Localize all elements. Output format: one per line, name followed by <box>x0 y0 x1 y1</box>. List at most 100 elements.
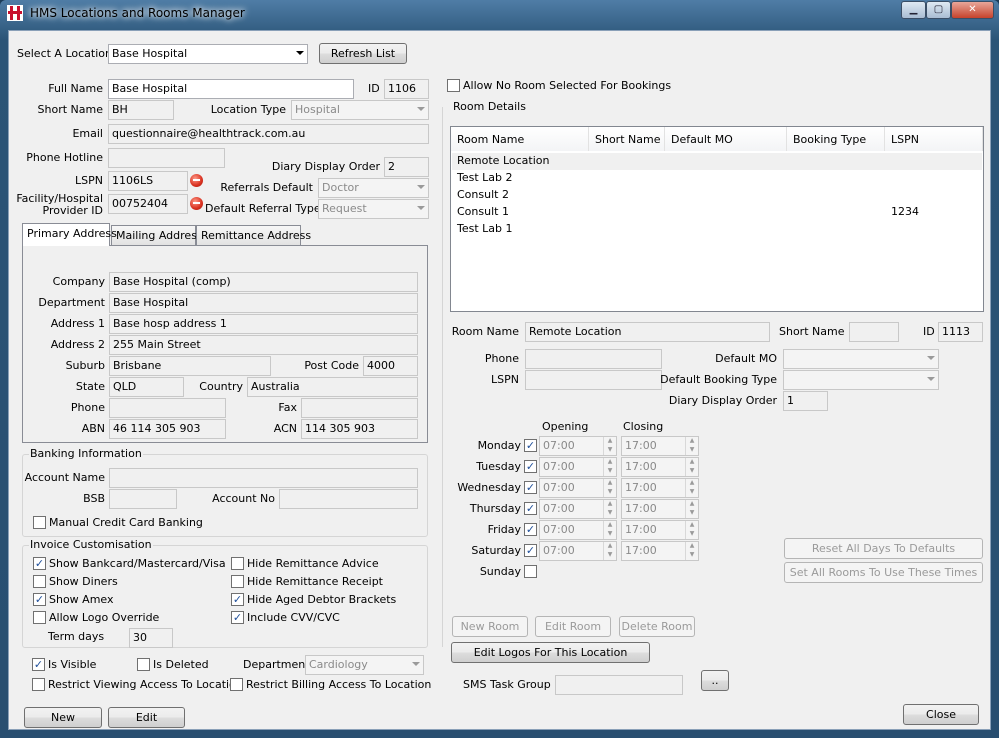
spin-down-icon[interactable]: ▼ <box>685 488 698 497</box>
spin-up-icon[interactable]: ▲ <box>603 458 616 467</box>
new-button[interactable]: New <box>24 707 102 728</box>
edit-button[interactable]: Edit <box>108 707 185 728</box>
closing-time-wednesday[interactable]: 17:00 ▲ ▼ <box>621 478 699 498</box>
column-header-booking-type[interactable]: Booking Type <box>787 127 885 151</box>
closing-time-tuesday[interactable]: 17:00 ▲ ▼ <box>621 457 699 477</box>
phone-field[interactable] <box>109 398 226 418</box>
postcode-field[interactable]: 4000 <box>363 356 418 376</box>
country-field[interactable]: Australia <box>247 377 418 397</box>
allow-logo-override-checkbox[interactable] <box>33 611 46 624</box>
room-short-name-field[interactable] <box>849 322 899 342</box>
remove-provider-id-icon[interactable] <box>190 197 203 210</box>
phone-hotline-field[interactable] <box>108 148 225 168</box>
set-all-rooms-button[interactable]: Set All Rooms To Use These Times <box>784 562 983 583</box>
tab-primary-address[interactable]: Primary Address <box>22 223 117 246</box>
reset-days-button[interactable]: Reset All Days To Defaults <box>784 538 983 559</box>
close-button[interactable]: Close <box>903 704 979 725</box>
suburb-field[interactable]: Brisbane <box>109 356 271 376</box>
location-type-dropdown[interactable]: Hospital <box>291 100 429 120</box>
spin-down-icon[interactable]: ▼ <box>603 509 616 518</box>
spin-down-icon[interactable]: ▼ <box>603 446 616 455</box>
lspn-field[interactable]: 1106LS <box>108 171 188 191</box>
spin-down-icon[interactable]: ▼ <box>685 551 698 560</box>
diary-display-order-field[interactable]: 2 <box>384 157 429 177</box>
is-deleted-checkbox[interactable] <box>137 658 150 671</box>
company-field[interactable]: Base Hospital (comp) <box>109 272 418 292</box>
table-row[interactable]: Test Lab 1 <box>452 221 982 238</box>
maximize-icon[interactable]: ▢ <box>926 1 951 19</box>
spin-up-icon[interactable]: ▲ <box>685 479 698 488</box>
minimize-icon[interactable]: ▁ <box>901 1 926 19</box>
department-field[interactable]: Base Hospital <box>109 293 418 313</box>
acn-field[interactable]: 114 305 903 <box>301 419 418 439</box>
address1-field[interactable]: Base hosp address 1 <box>109 314 418 334</box>
column-header-room-name[interactable]: Room Name <box>451 127 589 151</box>
include-cvv-checkbox[interactable]: ✓ <box>231 611 244 624</box>
spin-up-icon[interactable]: ▲ <box>603 479 616 488</box>
spin-down-icon[interactable]: ▼ <box>685 530 698 539</box>
spin-up-icon[interactable]: ▲ <box>603 500 616 509</box>
account-no-field[interactable] <box>279 489 418 509</box>
delete-room-button[interactable]: Delete Room <box>619 616 695 637</box>
is-visible-checkbox[interactable]: ✓ <box>32 658 45 671</box>
spin-up-icon[interactable]: ▲ <box>685 500 698 509</box>
spin-down-icon[interactable]: ▼ <box>685 509 698 518</box>
manual-cc-banking-checkbox[interactable] <box>33 516 46 529</box>
room-diary-order-field[interactable]: 1 <box>783 391 828 411</box>
show-bankcard-checkbox[interactable]: ✓ <box>33 557 46 570</box>
default-mo-dropdown[interactable] <box>783 349 939 369</box>
closing-time-monday[interactable]: 17:00 ▲ ▼ <box>621 436 699 456</box>
opening-time-thursday[interactable]: 07:00 ▲ ▼ <box>539 499 617 519</box>
room-name-field[interactable]: Remote Location <box>525 322 770 342</box>
department-dropdown[interactable]: Cardiology <box>305 655 424 675</box>
spin-up-icon[interactable]: ▲ <box>685 437 698 446</box>
remove-lspn-icon[interactable] <box>190 174 203 187</box>
edit-logos-button[interactable]: Edit Logos For This Location <box>451 642 650 663</box>
fax-field[interactable] <box>301 398 418 418</box>
spin-up-icon[interactable]: ▲ <box>685 542 698 551</box>
spin-down-icon[interactable]: ▼ <box>603 488 616 497</box>
full-name-field[interactable]: Base Hospital <box>108 79 354 99</box>
day-checkbox-tuesday[interactable]: ✓ <box>524 460 537 473</box>
day-checkbox-saturday[interactable]: ✓ <box>524 544 537 557</box>
restrict-billing-checkbox[interactable] <box>230 678 243 691</box>
opening-time-monday[interactable]: 07:00 ▲ ▼ <box>539 436 617 456</box>
abn-field[interactable]: 46 114 305 903 <box>109 419 226 439</box>
provider-id-field[interactable]: 00752404 <box>108 194 188 214</box>
account-name-field[interactable] <box>109 468 418 488</box>
refresh-list-button[interactable]: Refresh List <box>319 43 407 64</box>
table-row[interactable]: Remote Location <box>452 153 982 170</box>
restrict-viewing-checkbox[interactable] <box>32 678 45 691</box>
spin-down-icon[interactable]: ▼ <box>685 446 698 455</box>
closing-time-thursday[interactable]: 17:00 ▲ ▼ <box>621 499 699 519</box>
spin-up-icon[interactable]: ▲ <box>603 521 616 530</box>
default-referral-type-dropdown[interactable]: Request <box>318 199 429 219</box>
day-checkbox-thursday[interactable]: ✓ <box>524 502 537 515</box>
day-checkbox-sunday[interactable] <box>524 565 537 578</box>
spin-up-icon[interactable]: ▲ <box>685 458 698 467</box>
room-phone-field[interactable] <box>525 349 662 369</box>
edit-room-button[interactable]: Edit Room <box>535 616 611 637</box>
opening-time-saturday[interactable]: 07:00 ▲ ▼ <box>539 541 617 561</box>
column-header-short-name[interactable]: Short Name <box>589 127 665 151</box>
show-diners-checkbox[interactable] <box>33 575 46 588</box>
spin-down-icon[interactable]: ▼ <box>685 467 698 476</box>
spin-down-icon[interactable]: ▼ <box>603 551 616 560</box>
bsb-field[interactable] <box>109 489 177 509</box>
show-amex-checkbox[interactable]: ✓ <box>33 593 46 606</box>
column-header-lspn[interactable]: LSPN <box>885 127 983 151</box>
table-row[interactable]: Consult 1 1234 <box>452 204 982 221</box>
closing-time-friday[interactable]: 17:00 ▲ ▼ <box>621 520 699 540</box>
term-days-field[interactable]: 30 <box>129 628 173 648</box>
sms-browse-button[interactable]: .. <box>701 670 729 691</box>
hide-aged-debtor-checkbox[interactable]: ✓ <box>231 593 244 606</box>
spin-down-icon[interactable]: ▼ <box>603 530 616 539</box>
room-lspn-field[interactable] <box>525 370 662 390</box>
column-header-default-mo[interactable]: Default MO <box>665 127 787 151</box>
day-checkbox-monday[interactable]: ✓ <box>524 439 537 452</box>
tab-mailing-address[interactable]: Mailing Address <box>111 225 203 245</box>
new-room-button[interactable]: New Room <box>452 616 528 637</box>
tab-remittance-address[interactable]: Remittance Address <box>196 225 311 245</box>
email-field[interactable]: questionnaire@healthtrack.com.au <box>108 124 429 144</box>
room-list[interactable]: Room Name Short Name Default MO Booking … <box>450 126 984 312</box>
